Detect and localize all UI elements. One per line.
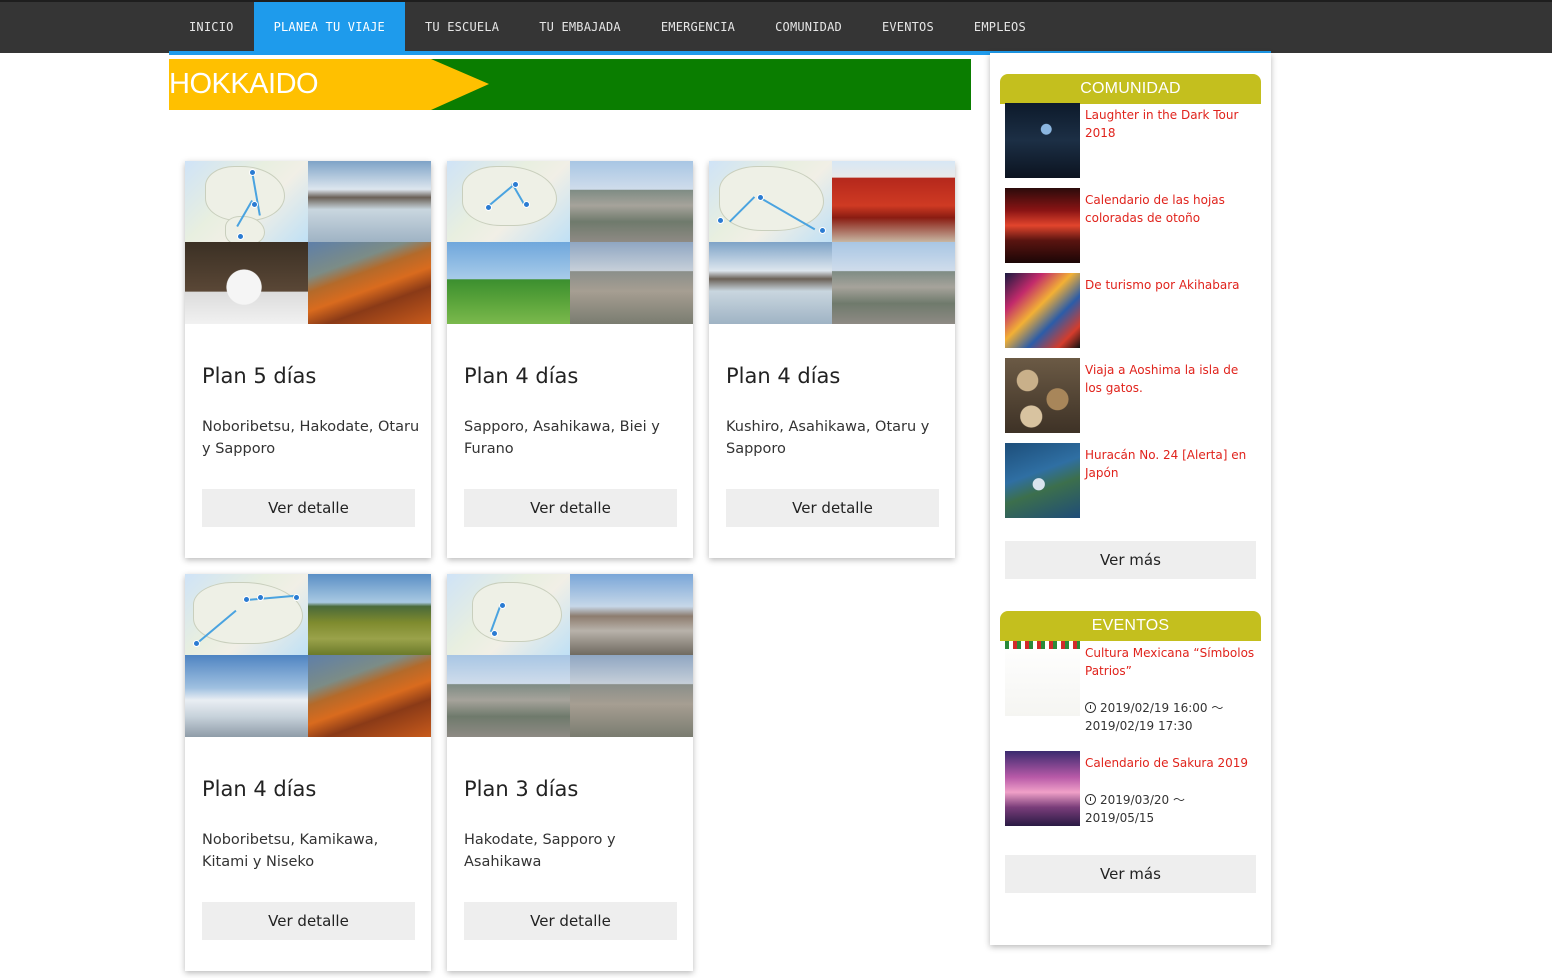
- nav-item-eventos[interactable]: EVENTOS: [862, 2, 954, 51]
- plan-description: Sapporo, Asahikawa, Biei y Furano: [464, 419, 660, 457]
- city-skyline-image: [570, 242, 693, 324]
- evento-item-link[interactable]: Calendario de Sakura 2019: [1085, 754, 1255, 772]
- plan-description: Kushiro, Asahikawa, Otaru y Sapporo: [726, 419, 930, 457]
- nav-item-inicio[interactable]: INICIO: [169, 2, 254, 51]
- plan-card: Plan 3 días Hakodate, Sapporo y Asahikaw…: [447, 574, 693, 971]
- red-shrine-image: [832, 161, 955, 242]
- route-map-image: [185, 161, 308, 242]
- plan-title: Plan 5 días: [202, 364, 317, 388]
- plan-image-collage: [447, 574, 693, 737]
- city-aerial-image: [570, 161, 693, 242]
- plan-description: Hakodate, Sapporo y Asahikawa: [464, 832, 616, 870]
- clock-icon: [1085, 794, 1096, 805]
- view-detail-button[interactable]: Ver detalle: [464, 902, 677, 940]
- plan-title: Plan 3 días: [464, 777, 579, 801]
- nav-item-emergencia[interactable]: EMERGENCIA: [641, 2, 755, 51]
- city-skyline-image: [570, 655, 693, 737]
- comunidad-item-link[interactable]: Laughter in the Dark Tour 2018: [1085, 106, 1255, 142]
- plan-card: Plan 4 días Noboribetsu, Kamikawa, Kitam…: [185, 574, 431, 971]
- view-detail-button[interactable]: Ver detalle: [726, 489, 939, 527]
- nav-item-tu-embajada[interactable]: TU EMBAJADA: [519, 2, 641, 51]
- concert-thumbnail[interactable]: [1005, 103, 1080, 178]
- view-detail-button[interactable]: Ver detalle: [202, 902, 415, 940]
- autumn-leaves-thumbnail[interactable]: [1005, 188, 1080, 263]
- evento-date: 2019/02/19 16:00 〜 2019/02/19 17:30: [1085, 699, 1255, 735]
- plan-title: Plan 4 días: [726, 364, 841, 388]
- evento-item-link[interactable]: Cultura Mexicana “Símbolos Patrios”: [1085, 644, 1255, 680]
- comunidad-more-button[interactable]: Ver más: [1005, 541, 1256, 579]
- snowman-image: [185, 242, 308, 324]
- nav-item-tu-escuela[interactable]: TU ESCUELA: [405, 2, 519, 51]
- plan-title: Plan 4 días: [202, 777, 317, 801]
- plan-description: Noboribetsu, Hakodate, Otaru y Sapporo: [202, 419, 420, 457]
- akihabara-thumbnail[interactable]: [1005, 273, 1080, 348]
- comunidad-heading: COMUNIDAD: [1000, 74, 1261, 104]
- clock-icon: [1085, 702, 1096, 713]
- plan-card: Plan 4 días Kushiro, Asahikawa, Otaru y …: [709, 161, 955, 558]
- view-detail-button[interactable]: Ver detalle: [464, 489, 677, 527]
- typhoon-map-thumbnail[interactable]: [1005, 443, 1080, 518]
- noboribetsu-valley-image: [308, 655, 431, 737]
- evento-date-text: 2019/02/19 16:00 〜 2019/02/19 17:30: [1085, 701, 1224, 733]
- top-navigation-bar: INICIO PLANEA TU VIAJE TU ESCUELA TU EMB…: [0, 0, 1552, 55]
- plan-image-collage: [185, 161, 431, 324]
- eventos-heading: EVENTOS: [1000, 611, 1261, 641]
- route-map-image: [709, 161, 832, 242]
- nav-item-comunidad[interactable]: COMUNIDAD: [755, 2, 862, 51]
- evento-item: Calendario de Sakura 2019 2019/03/20 〜 2…: [1005, 751, 1255, 841]
- plan-description: Noboribetsu, Kamikawa, Kitami y Niseko: [202, 832, 379, 870]
- page-title: HOKKAIDO: [169, 68, 319, 100]
- nav-item-planea-tu-viaje[interactable]: PLANEA TU VIAJE: [253, 2, 405, 51]
- mexican-culture-thumbnail[interactable]: [1005, 641, 1080, 716]
- evento-date-text: 2019/03/20 〜 2019/05/15: [1085, 793, 1185, 825]
- plan-image-collage: [185, 574, 431, 737]
- plan-title: Plan 4 días: [464, 364, 579, 388]
- region-banner: HOKKAIDO: [169, 59, 971, 110]
- comunidad-item-link[interactable]: Calendario de las hojas coloradas de oto…: [1085, 191, 1255, 227]
- plan-card: Plan 4 días Sapporo, Asahikawa, Biei y F…: [447, 161, 693, 558]
- otaru-canal-image: [308, 161, 431, 242]
- route-map-image: [447, 161, 570, 242]
- comunidad-item-link[interactable]: De turismo por Akihabara: [1085, 276, 1255, 294]
- nav-menu: INICIO PLANEA TU VIAJE TU ESCUELA TU EMB…: [169, 2, 1046, 51]
- comunidad-item-link[interactable]: Viaja a Aoshima la isla de los gatos.: [1085, 361, 1255, 397]
- plan-card: Plan 5 días Noboribetsu, Hakodate, Otaru…: [185, 161, 431, 558]
- evento-date: 2019/03/20 〜 2019/05/15: [1085, 791, 1255, 827]
- sidebar: COMUNIDAD Laughter in the Dark Tour 2018…: [990, 53, 1271, 945]
- noboribetsu-valley-image: [308, 242, 431, 324]
- plan-image-collage: [447, 161, 693, 324]
- comunidad-item-link[interactable]: Huracán No. 24 [Alerta] en Japón: [1085, 446, 1255, 482]
- green-field-image: [447, 242, 570, 324]
- volcano-town-image: [570, 574, 693, 655]
- otaru-canal-image: [709, 242, 832, 324]
- city-aerial-image: [447, 655, 570, 737]
- hills-landscape-image: [308, 574, 431, 655]
- plan-image-collage: [709, 161, 955, 324]
- route-map-image: [447, 574, 570, 655]
- sakura-thumbnail[interactable]: [1005, 751, 1080, 826]
- city-aerial-image: [832, 242, 955, 324]
- evento-item: Cultura Mexicana “Símbolos Patrios” 2019…: [1005, 641, 1255, 733]
- route-map-image: [185, 574, 308, 655]
- nav-item-empleos[interactable]: EMPLEOS: [954, 2, 1046, 51]
- cats-island-thumbnail[interactable]: [1005, 358, 1080, 433]
- niseko-mountain-image: [185, 655, 308, 737]
- eventos-more-button[interactable]: Ver más: [1005, 855, 1256, 893]
- view-detail-button[interactable]: Ver detalle: [202, 489, 415, 527]
